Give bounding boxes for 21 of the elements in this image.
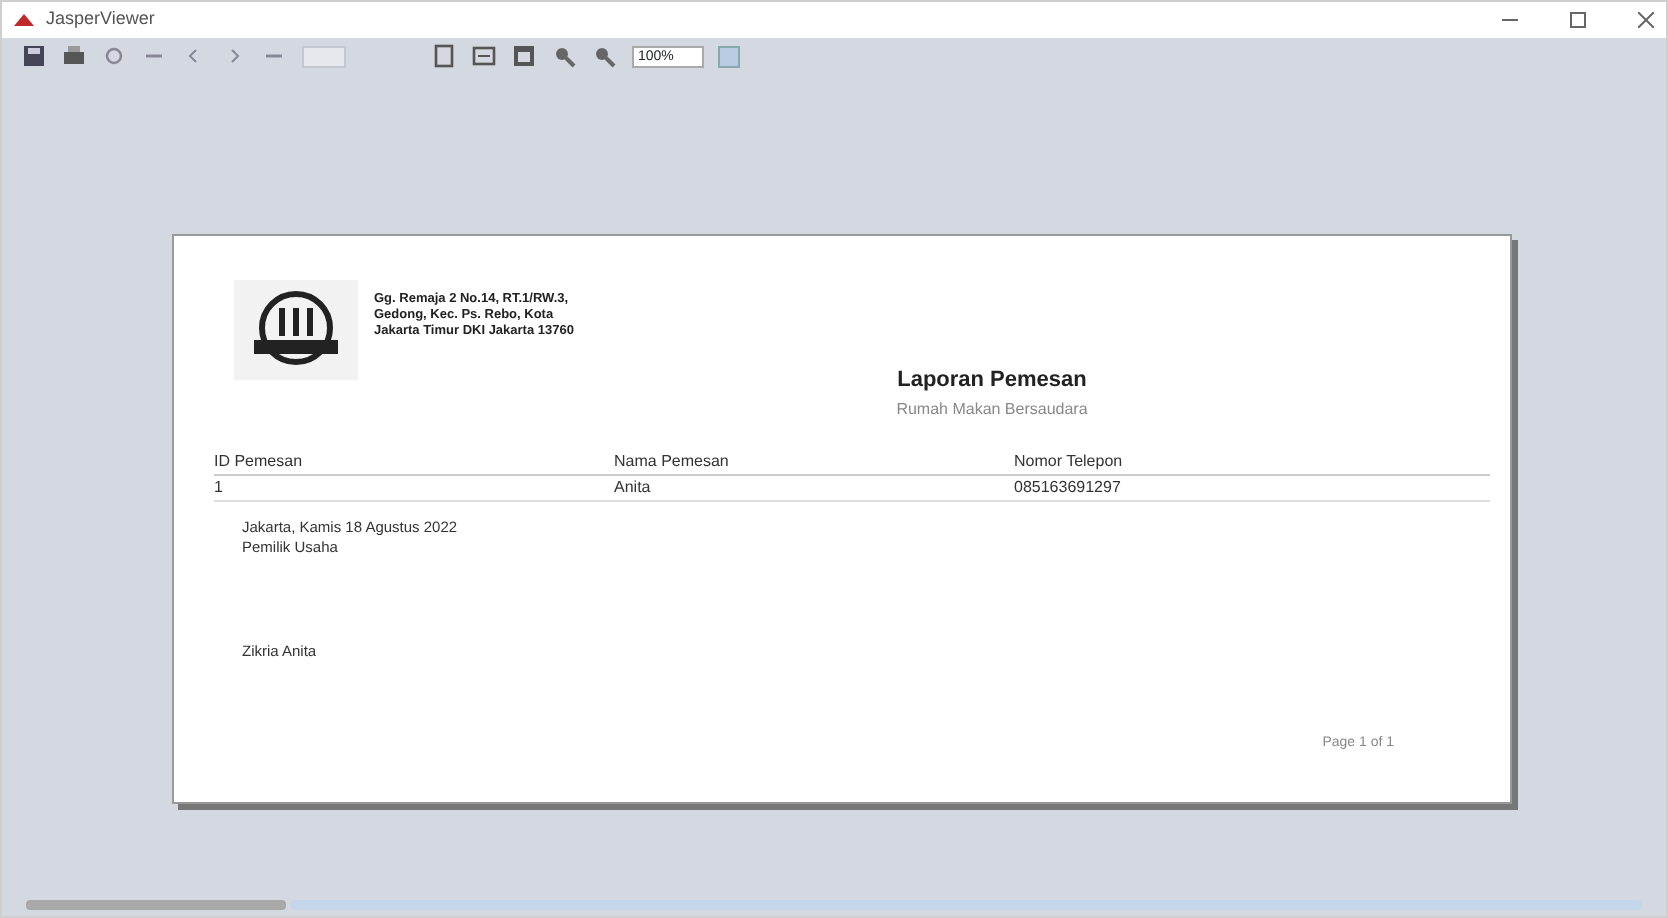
column-header: Nama Pemesan [614, 449, 731, 473]
report-subtitle: Rumah Makan Bersaudara [894, 397, 1090, 421]
save-icon[interactable] [22, 44, 46, 68]
restaurant-logo [234, 280, 358, 380]
close-icon[interactable] [1638, 12, 1654, 28]
table-cell-text: Anita [614, 475, 653, 499]
print-icon[interactable] [62, 44, 86, 68]
zoom-in-icon[interactable] [552, 44, 576, 68]
fit-page-icon[interactable] [432, 44, 456, 68]
column-header: ID Pemesan [214, 449, 305, 473]
window-title: JasperViewer [46, 6, 155, 33]
app-icon [14, 14, 34, 26]
maximize-icon[interactable] [1570, 12, 1586, 28]
actual-size-icon[interactable] [472, 44, 496, 68]
fit-width-icon[interactable] [512, 44, 536, 68]
zoom-out-icon[interactable] [592, 44, 616, 68]
column-header: Nomor Telepon [1014, 449, 1125, 473]
table-cell-text: 1 [214, 475, 225, 499]
report-title: Laporan Pemesan [895, 366, 1089, 396]
table-cell-text: 085163691297 [1014, 475, 1123, 499]
page-number-field[interactable] [302, 45, 346, 67]
